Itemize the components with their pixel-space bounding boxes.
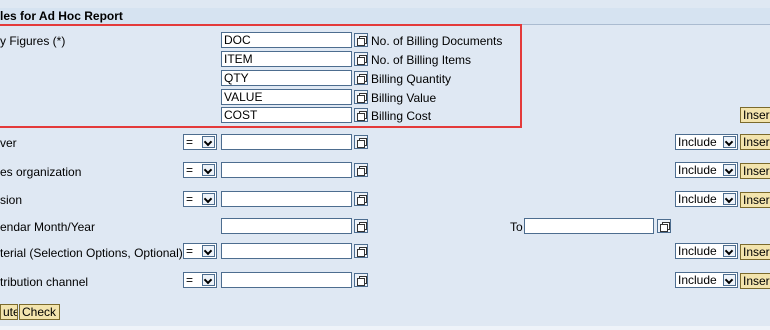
section-title: les for Ad Hoc Report [0,9,123,23]
execute-button[interactable]: ute [0,304,18,320]
key-figure-description: No. of Billing Documents [371,34,503,48]
key-figures-insert-button[interactable]: Inser [740,107,770,123]
criteria-label: ver [0,136,17,150]
include-select[interactable]: Include [675,191,738,207]
key-figure-field-cost[interactable]: COST [221,107,352,123]
value-help-icon[interactable] [354,90,368,104]
criteria-value-field[interactable] [221,191,352,207]
operator-value: = [186,273,194,287]
to-label: To [510,220,523,234]
include-select[interactable]: Include [675,134,738,150]
criteria-label: endar Month/Year [0,220,95,234]
criteria-value-field[interactable] [221,162,352,178]
include-select[interactable]: Include [675,243,738,259]
insert-button[interactable]: Inser [740,134,770,150]
key-figure-field-value[interactable]: VALUE [221,89,352,105]
include-value: Include [678,192,717,206]
operator-value: = [186,244,194,258]
key-figures-label: y Figures (*) [0,34,66,48]
value-help-icon[interactable] [354,192,368,206]
chevron-down-icon[interactable] [202,274,215,286]
include-value: Include [678,135,717,149]
operator-select[interactable]: = [183,272,217,288]
criteria-label: es organization [0,165,82,179]
value-help-icon[interactable] [354,135,368,149]
include-value: Include [678,273,717,287]
key-figure-description: No. of Billing Items [371,53,472,67]
chevron-down-icon[interactable] [723,193,736,205]
operator-select[interactable]: = [183,162,217,178]
value-help-icon[interactable] [354,163,368,177]
value-help-icon[interactable] [354,244,368,258]
check-button[interactable]: Check [19,304,60,320]
value-help-icon[interactable] [354,219,368,233]
key-figure-description: Billing Quantity [371,72,452,86]
key-figure-field-doc[interactable]: DOC [221,32,352,48]
value-help-icon[interactable] [354,71,368,85]
insert-button[interactable]: Inser [740,192,770,208]
key-figure-description: Billing Value [371,91,437,105]
operator-value: = [186,192,194,206]
chevron-down-icon[interactable] [202,245,215,257]
operator-select[interactable]: = [183,134,217,150]
operator-value: = [186,163,194,177]
chevron-down-icon[interactable] [723,164,736,176]
include-value: Include [678,163,717,177]
value-help-icon[interactable] [354,33,368,47]
insert-button[interactable]: Inser [740,244,770,260]
to-month-field[interactable] [524,218,654,234]
value-help-icon[interactable] [354,52,368,66]
key-figure-description: Billing Cost [371,109,432,123]
chevron-down-icon[interactable] [723,274,736,286]
include-select[interactable]: Include [675,272,738,288]
include-value: Include [678,244,717,258]
value-help-icon[interactable] [354,273,368,287]
chevron-down-icon[interactable] [202,136,215,148]
operator-select[interactable]: = [183,191,217,207]
bottom-strip [0,326,770,330]
value-help-icon[interactable] [657,219,671,233]
operator-select[interactable]: = [183,243,217,259]
value-help-icon[interactable] [354,108,368,122]
from-month-field[interactable] [221,218,352,234]
key-figure-field-item[interactable]: ITEM [221,51,352,67]
include-select[interactable]: Include [675,162,738,178]
chevron-down-icon[interactable] [202,164,215,176]
operator-value: = [186,135,194,149]
chevron-down-icon[interactable] [202,193,215,205]
insert-button[interactable]: Inser [740,163,770,179]
insert-button[interactable]: Inser [740,273,770,289]
criteria-label: tribution channel [0,275,89,289]
criteria-label: sion [0,193,23,207]
chevron-down-icon[interactable] [723,136,736,148]
chevron-down-icon[interactable] [723,245,736,257]
criteria-value-field[interactable] [221,243,352,259]
criteria-value-field[interactable] [221,134,352,150]
key-figure-field-qty[interactable]: QTY [221,70,352,86]
criteria-label: terial (Selection Options, Optional) [0,246,183,260]
criteria-value-field[interactable] [221,272,352,288]
